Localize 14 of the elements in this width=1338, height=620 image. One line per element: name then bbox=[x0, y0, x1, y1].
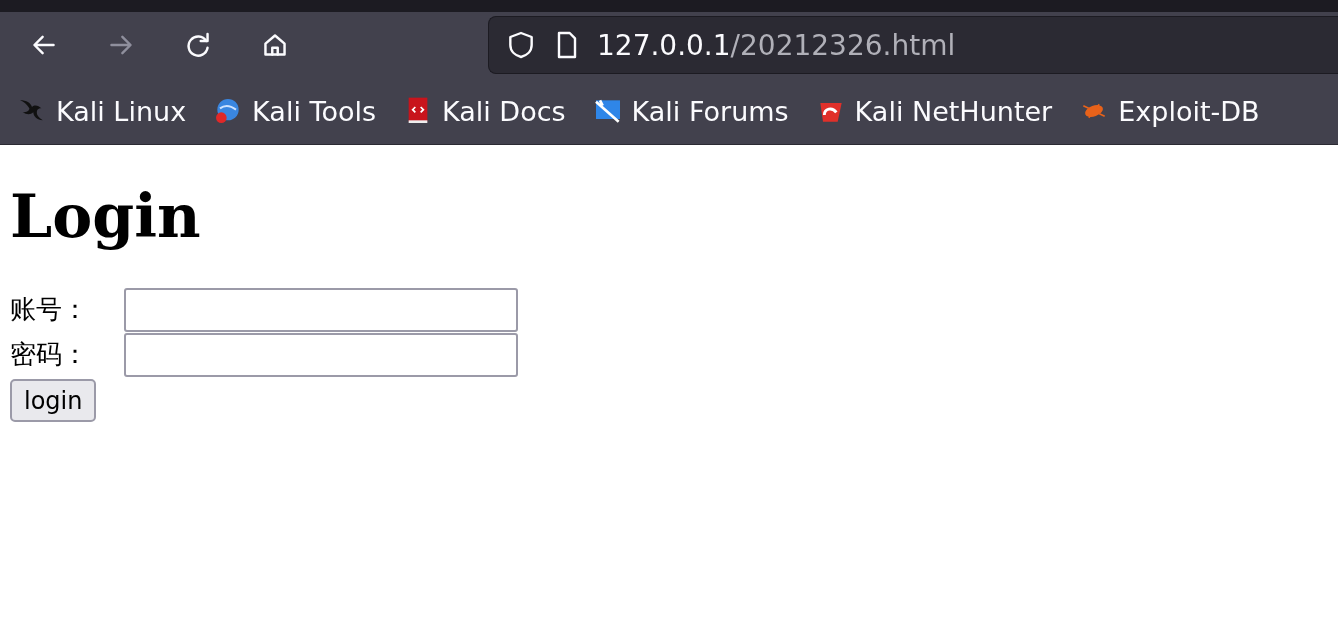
bookmark-item[interactable]: Kali Tools bbox=[212, 95, 376, 127]
bookmark-item[interactable]: Kali Linux bbox=[16, 95, 187, 127]
bookmark-item[interactable]: Exploit-DB bbox=[1078, 95, 1260, 127]
login-button[interactable]: login bbox=[10, 379, 97, 422]
page-heading: Login bbox=[10, 183, 201, 249]
input-field[interactable] bbox=[124, 332, 518, 377]
bookmark-item[interactable]: Kali NetHunter bbox=[814, 95, 1053, 127]
bookmark-item[interactable]: Kali Docs bbox=[402, 95, 566, 127]
field-label: 密码： bbox=[10, 338, 89, 371]
address-bar[interactable]: 127.0.0.1/20212326.html bbox=[488, 16, 1338, 74]
field-label: 账号： bbox=[10, 293, 89, 326]
input-field[interactable] bbox=[124, 287, 518, 332]
bookmark-item[interactable]: Kali Forums bbox=[591, 95, 789, 127]
url-text: 127.0.0.1/20212326.html bbox=[597, 28, 956, 62]
